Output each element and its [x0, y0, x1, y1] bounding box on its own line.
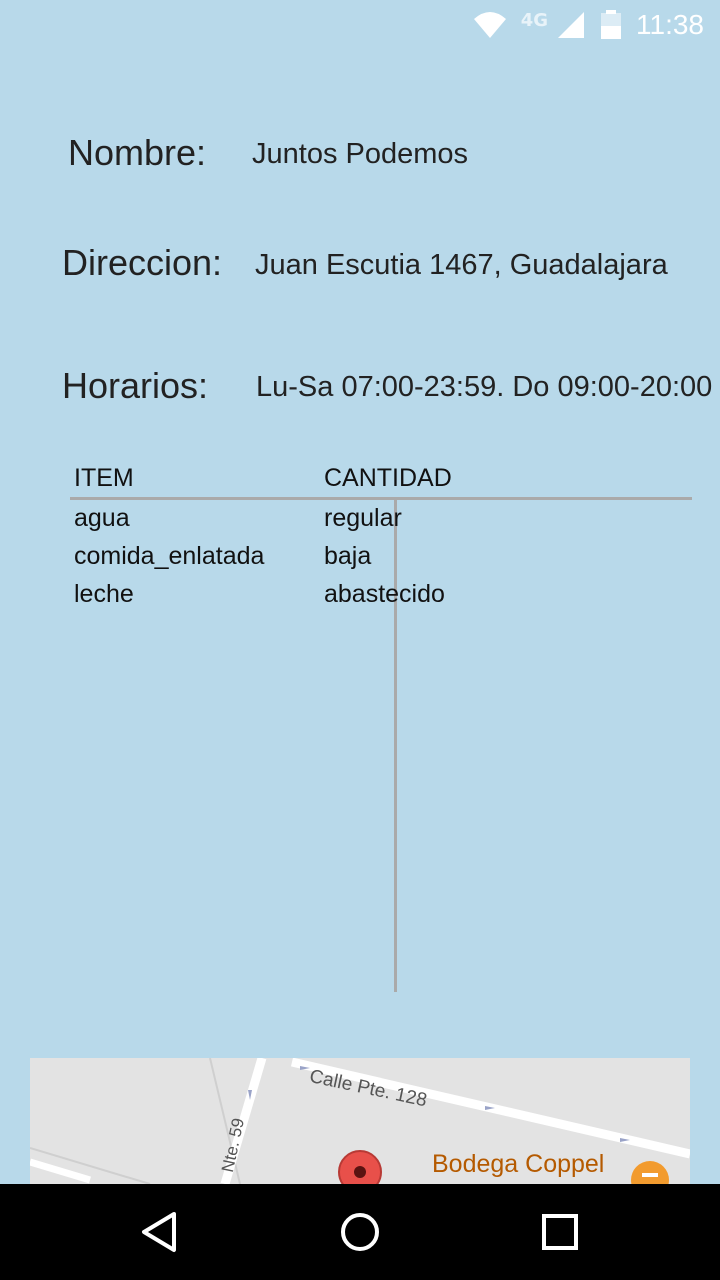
name-label: Nombre: [68, 132, 207, 173]
table-cell-cantidad: abastecido [324, 580, 445, 608]
navigation-bar [0, 1184, 720, 1280]
wifi-icon [473, 12, 506, 38]
table-header-cantidad: CANTIDAD [324, 464, 452, 492]
address-value: Juan Escutia 1467, Guadalajara [255, 249, 668, 281]
hours-label: Horarios: [62, 365, 209, 406]
location-pin-icon[interactable] [336, 1148, 384, 1184]
recents-icon[interactable] [534, 1206, 586, 1258]
map-poi-label[interactable]: Bodega Coppel [432, 1150, 604, 1179]
home-icon[interactable] [334, 1206, 386, 1258]
status-bar: 4G 11:38 [0, 0, 720, 48]
table-header-divider [70, 497, 692, 500]
address-label: Direccion: [62, 242, 223, 283]
status-time: 11:38 [636, 9, 704, 40]
table-cell-item: leche [74, 580, 134, 608]
table-header-item: ITEM [74, 464, 134, 492]
inventory-table: ITEM CANTIDAD agua regular comida_enlata… [70, 460, 694, 1000]
battery-icon [601, 10, 621, 39]
shopping-bag-icon [631, 1161, 669, 1184]
table-cell-cantidad: regular [324, 504, 402, 532]
back-icon[interactable] [134, 1206, 186, 1258]
table-cell-item: agua [74, 504, 130, 532]
map-view[interactable]: Calle Pte. 128 Nte. 59 Bodega Coppel [30, 1058, 690, 1184]
table-row[interactable]: leche abastecido [74, 577, 694, 615]
table-cell-cantidad: baja [324, 542, 372, 570]
table-row[interactable]: comida_enlatada baja [74, 539, 694, 577]
signal-icon [558, 12, 584, 38]
network-type: 4G [520, 9, 548, 31]
table-cell-item: comida_enlatada [74, 542, 265, 570]
name-value: Juntos Podemos [252, 138, 469, 170]
hours-value: Lu-Sa 07:00-23:59. Do 09:00-20:00 [256, 371, 713, 403]
table-row[interactable]: agua regular [74, 501, 694, 539]
